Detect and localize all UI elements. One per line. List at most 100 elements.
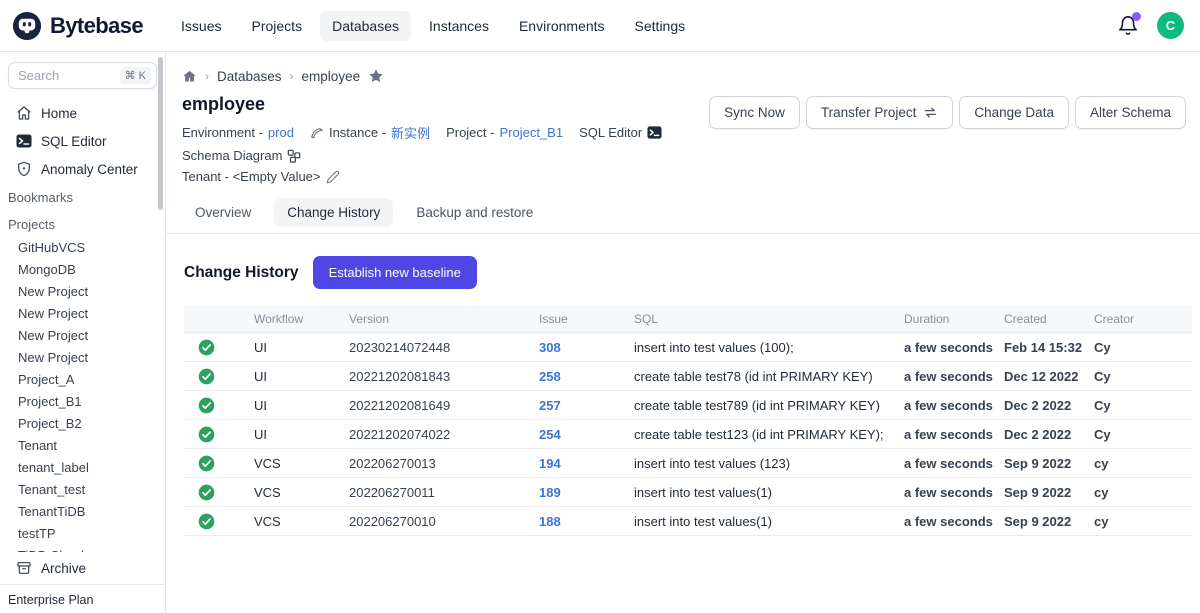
sidebar-project-item[interactable]: Project_A (0, 369, 165, 391)
col-sql: SQL (634, 310, 904, 328)
main-content: › Databases › employee employee Environm… (166, 52, 1200, 613)
duration-cell: a few seconds (904, 338, 1004, 357)
sidebar-item-archive[interactable]: Archive (0, 552, 165, 584)
sidebar-scrollbar[interactable] (158, 57, 163, 210)
bytebase-logo-icon (12, 11, 42, 41)
sidebar-project-item[interactable]: Project_B2 (0, 413, 165, 435)
sidebar-item-anomaly-center[interactable]: Anomaly Center (0, 155, 165, 183)
sidebar-project-item[interactable]: TenantTiDB (0, 501, 165, 523)
sidebar-project-item[interactable]: GitHubVCS (0, 237, 165, 259)
nav-item[interactable]: Environments (507, 11, 617, 41)
nav-item[interactable]: Issues (169, 11, 233, 41)
issue-link[interactable]: 194 (539, 454, 634, 473)
sidebar-project-item[interactable]: New Project (0, 303, 165, 325)
col-status (184, 317, 254, 321)
sidebar-project-item[interactable]: Project_B1 (0, 391, 165, 413)
change-history-table: Workflow Version Issue SQL Duration Crea… (184, 305, 1192, 536)
sidebar-project-item[interactable]: New Project (0, 347, 165, 369)
sql-editor-link[interactable]: SQL Editor (579, 123, 662, 142)
table-row[interactable]: UI 20221202081649 257 create table test7… (184, 391, 1192, 420)
nav-item[interactable]: Settings (623, 11, 698, 41)
favorite-star-icon[interactable] (368, 68, 384, 84)
tab[interactable]: Change History (274, 198, 393, 227)
bytebase-logo[interactable]: Bytebase (12, 11, 143, 41)
status-cell (184, 337, 254, 358)
breadcrumb-employee[interactable]: employee (302, 69, 361, 84)
schema-diagram-link[interactable]: Schema Diagram (182, 148, 301, 163)
main-nav: Issues Projects Databases Instances Envi… (169, 11, 697, 41)
issue-link[interactable]: 258 (539, 367, 634, 386)
workflow-cell: UI (254, 425, 349, 444)
sidebar-project-item[interactable]: Tenant (0, 435, 165, 457)
project-link[interactable]: Project_B1 (499, 125, 563, 140)
change-data-button[interactable]: Change Data (959, 96, 1069, 129)
creator-cell: cy (1094, 454, 1192, 473)
breadcrumb-home-icon[interactable] (182, 69, 197, 84)
alter-schema-button[interactable]: Alter Schema (1075, 96, 1186, 129)
table-row[interactable]: UI 20221202081843 258 create table test7… (184, 362, 1192, 391)
success-check-icon (198, 368, 215, 385)
sidebar-item-home[interactable]: Home (0, 99, 165, 127)
user-avatar[interactable]: C (1157, 12, 1184, 39)
table-row[interactable]: VCS 202206270011 189 insert into test va… (184, 478, 1192, 507)
sql-cell: insert into test values(1) (634, 512, 904, 531)
page-title: employee (182, 94, 709, 115)
issue-link[interactable]: 257 (539, 396, 634, 415)
alter-schema-label: Alter Schema (1090, 105, 1171, 120)
breadcrumb-separator: › (290, 69, 294, 83)
table-row[interactable]: UI 20221202074022 254 create table test1… (184, 420, 1192, 449)
sidebar-project-item[interactable]: tenant_label (0, 457, 165, 479)
status-cell (184, 511, 254, 532)
tab[interactable]: Backup and restore (403, 198, 546, 227)
sidebar: Search ⌘ K Home SQL Editor (0, 52, 166, 613)
sidebar-section-bookmarks[interactable]: Bookmarks (0, 183, 165, 210)
sidebar-project-item[interactable]: MongoDB (0, 259, 165, 281)
sql-cell: create table test123 (id int PRIMARY KEY… (634, 425, 904, 444)
table-row[interactable]: UI 20230214072448 308 insert into test v… (184, 333, 1192, 362)
issue-link[interactable]: 254 (539, 425, 634, 444)
issue-link[interactable]: 308 (539, 338, 634, 357)
issue-link[interactable]: 189 (539, 483, 634, 502)
table-row[interactable]: VCS 202206270010 188 insert into test va… (184, 507, 1192, 536)
plan-label: Enterprise Plan (0, 584, 165, 613)
version-cell: 20221202074022 (349, 425, 539, 444)
search-input[interactable]: Search ⌘ K (8, 62, 157, 89)
sidebar-project-item[interactable]: TiDB Cloud (0, 545, 165, 552)
creator-cell: cy (1094, 483, 1192, 502)
nav-item[interactable]: Projects (240, 11, 315, 41)
nav-item[interactable]: Databases (320, 11, 411, 41)
issue-link[interactable]: 188 (539, 512, 634, 531)
brand-name: Bytebase (50, 13, 143, 39)
sidebar-project-item[interactable]: Tenant_test (0, 479, 165, 501)
creator-cell: Cy (1094, 367, 1192, 386)
creator-cell: Cy (1094, 338, 1192, 357)
transfer-project-button[interactable]: Transfer Project (806, 96, 954, 129)
col-version: Version (349, 310, 539, 328)
breadcrumb-databases[interactable]: Databases (217, 69, 282, 84)
establish-baseline-button[interactable]: Establish new baseline (313, 256, 477, 289)
table-row[interactable]: VCS 202206270013 194 insert into test va… (184, 449, 1192, 478)
terminal-icon (647, 125, 662, 140)
status-cell (184, 482, 254, 503)
sync-now-button[interactable]: Sync Now (709, 96, 800, 129)
sidebar-project-item[interactable]: New Project (0, 325, 165, 347)
sidebar-item-sql-editor[interactable]: SQL Editor (0, 127, 165, 155)
tab[interactable]: Overview (182, 198, 264, 227)
success-check-icon (198, 426, 215, 443)
meta-instance: Instance - 新实例 (310, 123, 430, 142)
instance-link[interactable]: 新实例 (391, 123, 430, 142)
workflow-cell: VCS (254, 454, 349, 473)
status-cell (184, 395, 254, 416)
sidebar-section-projects[interactable]: Projects (0, 210, 165, 237)
nav-item[interactable]: Instances (417, 11, 501, 41)
sidebar-project-item[interactable]: testTP (0, 523, 165, 545)
home-icon (16, 105, 32, 121)
change-history-header: Change History Establish new baseline (184, 256, 1200, 289)
sidebar-project-item[interactable]: New Project (0, 281, 165, 303)
notifications-button[interactable] (1117, 15, 1139, 37)
created-cell: Sep 9 2022 (1004, 454, 1094, 473)
table-header-row: Workflow Version Issue SQL Duration Crea… (184, 305, 1192, 333)
environment-link[interactable]: prod (268, 125, 294, 140)
edit-pencil-icon[interactable] (326, 170, 340, 184)
col-workflow: Workflow (254, 310, 349, 328)
